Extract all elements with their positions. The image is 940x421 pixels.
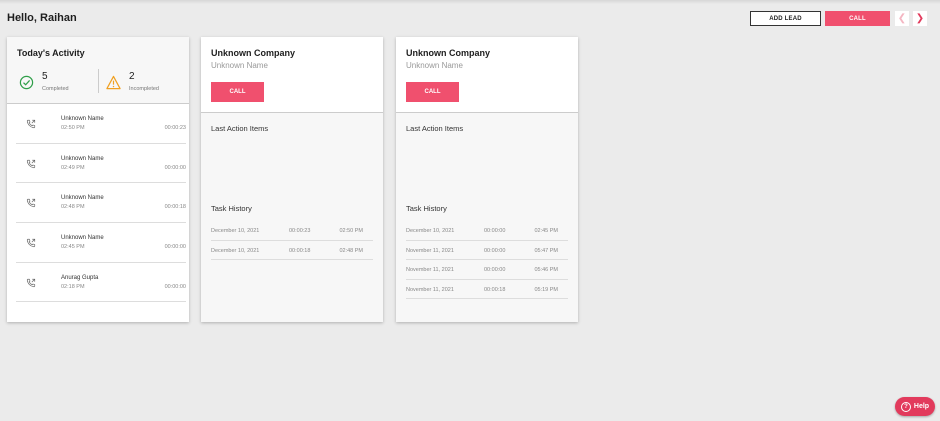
activity-contact-name: Anurag Gupta xyxy=(61,274,99,281)
lead-card: Unknown Company Unknown Name CALL Last A… xyxy=(201,37,383,322)
prev-page-button[interactable]: ❮ xyxy=(895,11,909,26)
activity-summary: Today's Activity 5 Completed 2 Incomplet… xyxy=(7,37,189,104)
lead-card-body: Last Action Items Task History December … xyxy=(396,113,578,322)
phone-call-icon xyxy=(26,238,36,248)
lead-card-header: Unknown Company Unknown Name CALL xyxy=(201,37,383,113)
warning-icon xyxy=(106,75,121,90)
phone-call-icon xyxy=(26,159,36,168)
incompleted-count: 2 xyxy=(129,71,135,82)
chevron-left-icon: ❮ xyxy=(897,13,907,24)
contact-name: Unknown Name xyxy=(406,61,463,70)
activity-time: 02:48 PM xyxy=(61,204,85,211)
activity-item[interactable]: Unknown Name 02:49 PM 00:00:00 xyxy=(16,144,186,184)
history-row: December 10, 2021 00:00:18 02:48 PM xyxy=(211,241,373,260)
lead-card: Unknown Company Unknown Name CALL Last A… xyxy=(396,37,578,322)
activity-time: 02:50 PM xyxy=(61,125,85,131)
lead-card-header: Unknown Company Unknown Name CALL xyxy=(396,37,578,113)
task-history-table: December 10, 2021 00:00:23 02:50 PM Dece… xyxy=(211,221,373,260)
activity-duration: 00:00:00 xyxy=(164,283,186,290)
activity-contact-name: Unknown Name xyxy=(61,155,104,162)
activity-duration: 00:00:00 xyxy=(164,244,186,251)
activity-duration: 00:00:00 xyxy=(164,164,186,171)
activity-item[interactable]: Anurag Gupta 02:18 PM 00:00:00 xyxy=(16,263,186,303)
activity-time: 02:49 PM xyxy=(61,164,85,171)
activity-item[interactable]: Unknown Name 02:45 PM 00:00:00 xyxy=(16,223,186,263)
add-lead-button[interactable]: ADD LEAD xyxy=(750,11,821,26)
activity-item[interactable]: Unknown Name 02:48 PM 00:00:18 xyxy=(16,183,186,224)
activity-list: Unknown Name 02:50 PM 00:00:23 Unknown N… xyxy=(16,104,186,303)
activity-duration: 00:00:23 xyxy=(164,125,186,131)
top-shadow xyxy=(0,0,940,4)
history-date: November 11, 2021 xyxy=(406,286,454,293)
history-time: 05:46 PM xyxy=(534,267,558,273)
history-row: December 10, 2021 00:00:23 02:50 PM xyxy=(211,221,373,241)
stat-divider xyxy=(98,69,99,93)
last-action-items-title: Last Action Items xyxy=(211,124,269,133)
company-name: Unknown Company xyxy=(406,48,491,58)
activity-item[interactable]: Unknown Name 02:50 PM 00:00:23 xyxy=(16,104,186,144)
history-row: November 11, 2021 00:00:00 05:47 PM xyxy=(406,241,568,260)
chevron-right-icon: ❯ xyxy=(915,13,925,24)
history-time: 02:45 PM xyxy=(534,228,558,234)
phone-call-icon xyxy=(26,278,36,287)
phone-call-icon xyxy=(26,119,36,129)
help-label: Help xyxy=(913,403,930,410)
history-time: 02:50 PM xyxy=(339,228,363,234)
help-button[interactable]: ? Help xyxy=(895,397,935,416)
history-date: November 11, 2021 xyxy=(406,247,454,254)
history-duration: 00:00:23 xyxy=(289,228,311,234)
history-date: December 10, 2021 xyxy=(211,247,260,254)
last-action-items-title: Last Action Items xyxy=(406,124,464,133)
activity-contact-name: Unknown Name xyxy=(61,195,104,202)
completed-count: 5 xyxy=(42,71,48,82)
company-name: Unknown Company xyxy=(211,48,296,58)
history-duration: 00:00:00 xyxy=(484,247,506,254)
completed-label: Completed xyxy=(42,86,69,92)
page-greeting: Hello, Raihan xyxy=(7,12,77,24)
task-history-title: Task History xyxy=(406,204,447,213)
history-duration: 00:00:00 xyxy=(484,228,506,234)
incompleted-label: Incompleted xyxy=(129,86,159,92)
activity-time: 02:18 PM xyxy=(61,283,85,290)
task-history-title: Task History xyxy=(211,204,252,213)
activity-title: Today's Activity xyxy=(17,48,85,58)
history-time: 02:48 PM xyxy=(339,247,363,254)
history-time: 05:47 PM xyxy=(534,247,558,254)
activity-contact-name: Unknown Name xyxy=(61,116,104,122)
help-circle-icon: ? xyxy=(900,401,911,412)
history-row: November 11, 2021 00:00:00 05:46 PM xyxy=(406,260,568,280)
task-history-table: December 10, 2021 00:00:00 02:45 PM Nove… xyxy=(406,221,568,299)
history-date: November 11, 2021 xyxy=(406,267,454,273)
activity-duration: 00:00:18 xyxy=(164,204,186,211)
history-row: November 11, 2021 00:00:18 05:19 PM xyxy=(406,280,568,299)
lead-call-button[interactable]: CALL xyxy=(406,82,459,102)
history-time: 05:19 PM xyxy=(534,286,558,293)
check-circle-icon xyxy=(19,75,34,90)
history-duration: 00:00:00 xyxy=(484,267,506,273)
history-duration: 00:00:18 xyxy=(484,286,506,293)
history-row: December 10, 2021 00:00:00 02:45 PM xyxy=(406,221,568,241)
lead-call-button[interactable]: CALL xyxy=(211,82,264,102)
activity-time: 02:45 PM xyxy=(61,244,85,251)
history-duration: 00:00:18 xyxy=(289,247,311,254)
lead-card-body: Last Action Items Task History December … xyxy=(201,113,383,322)
todays-activity-card: Today's Activity 5 Completed 2 Incomplet… xyxy=(7,37,189,322)
phone-call-icon xyxy=(26,199,36,208)
history-date: December 10, 2021 xyxy=(406,228,455,234)
contact-name: Unknown Name xyxy=(211,61,268,70)
next-page-button[interactable]: ❯ xyxy=(913,11,927,26)
activity-contact-name: Unknown Name xyxy=(61,235,104,242)
call-button[interactable]: CALL xyxy=(825,11,890,26)
history-date: December 10, 2021 xyxy=(211,228,260,234)
